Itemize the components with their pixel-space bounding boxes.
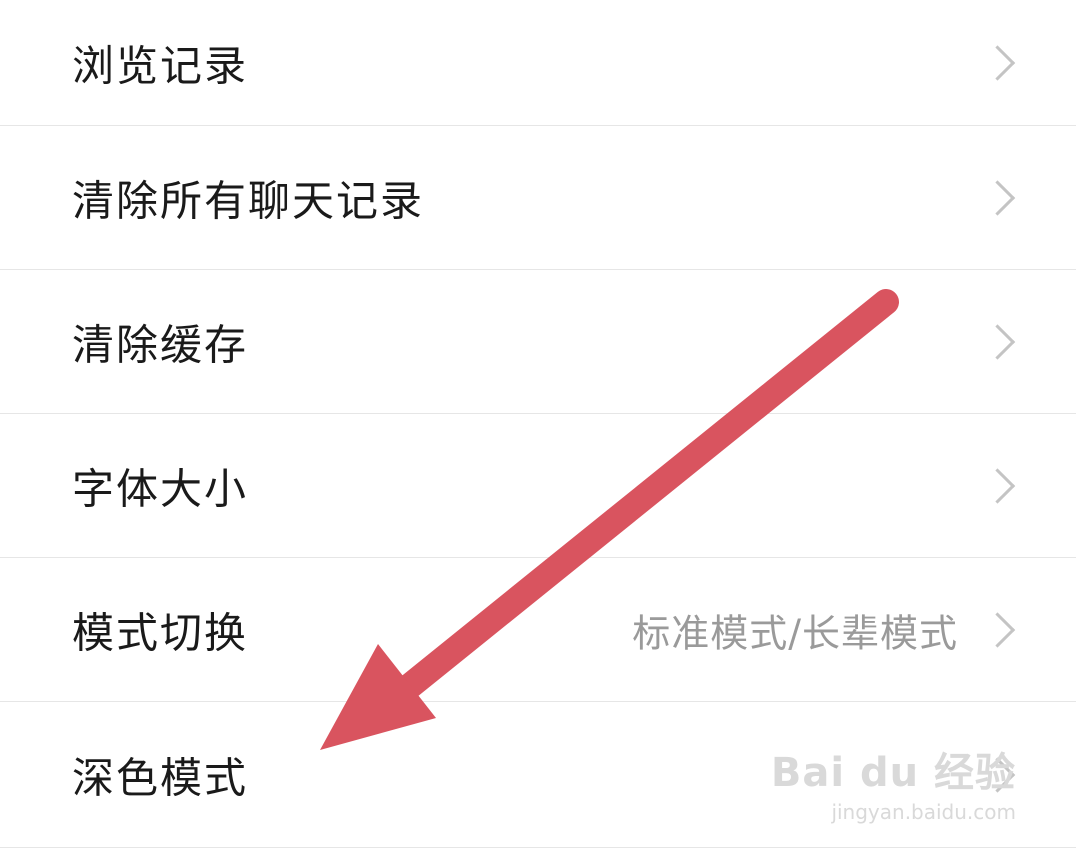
settings-item-clear-cache[interactable]: 清除缓存 xyxy=(0,270,1076,414)
chevron-right-icon xyxy=(979,611,1016,648)
settings-item-mode-switch[interactable]: 模式切换 标准模式/长辈模式 xyxy=(0,558,1076,702)
chevron-right-icon xyxy=(979,44,1016,81)
chevron-right-icon xyxy=(979,179,1016,216)
baidu-jingyan-watermark: Bai du 经验 jingyan.baidu.com xyxy=(771,740,1016,824)
settings-item-font-size[interactable]: 字体大小 xyxy=(0,414,1076,558)
settings-item-label: 模式切换 xyxy=(72,608,249,657)
settings-item-label: 字体大小 xyxy=(72,464,249,513)
settings-item-label: 深色模式 xyxy=(72,753,249,802)
watermark-url: jingyan.baidu.com xyxy=(831,800,1016,824)
settings-item-label: 清除缓存 xyxy=(72,320,249,369)
watermark-logo: Bai du 经验 xyxy=(770,750,1016,796)
settings-list: 浏览记录 清除所有聊天记录 清除缓存 字体大小 模式切换 标准模式/长辈模式 深… xyxy=(0,0,1076,848)
chevron-right-icon xyxy=(979,323,1016,360)
settings-item-browsing-history[interactable]: 浏览记录 xyxy=(0,0,1076,126)
settings-item-value: 标准模式/长辈模式 xyxy=(632,611,958,655)
settings-item-label: 清除所有聊天记录 xyxy=(72,176,425,225)
settings-item-clear-chat-history[interactable]: 清除所有聊天记录 xyxy=(0,126,1076,270)
chevron-right-icon xyxy=(979,467,1016,504)
settings-item-label: 浏览记录 xyxy=(72,41,249,90)
